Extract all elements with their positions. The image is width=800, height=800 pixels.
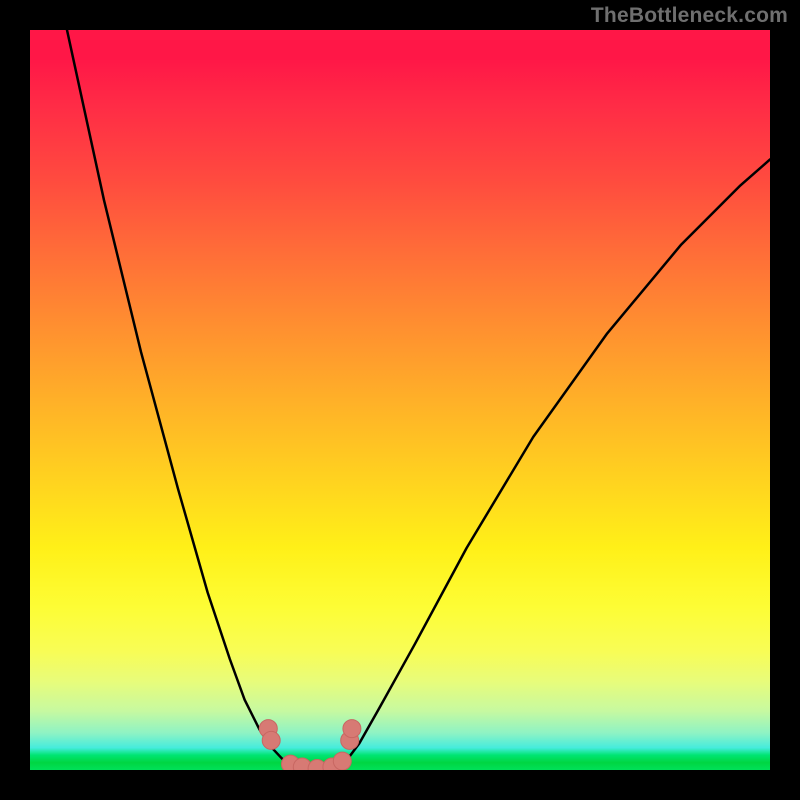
trough-marker (343, 720, 361, 738)
curve-layer (30, 30, 770, 770)
trough-marker (333, 752, 351, 770)
plot-area (30, 30, 770, 770)
curve-path (67, 30, 770, 770)
bottleneck-curve (67, 30, 770, 770)
trough-marker (262, 731, 280, 749)
attribution-text: TheBottleneck.com (591, 4, 788, 28)
outer-frame: TheBottleneck.com (0, 0, 800, 800)
trough-markers (259, 720, 361, 770)
